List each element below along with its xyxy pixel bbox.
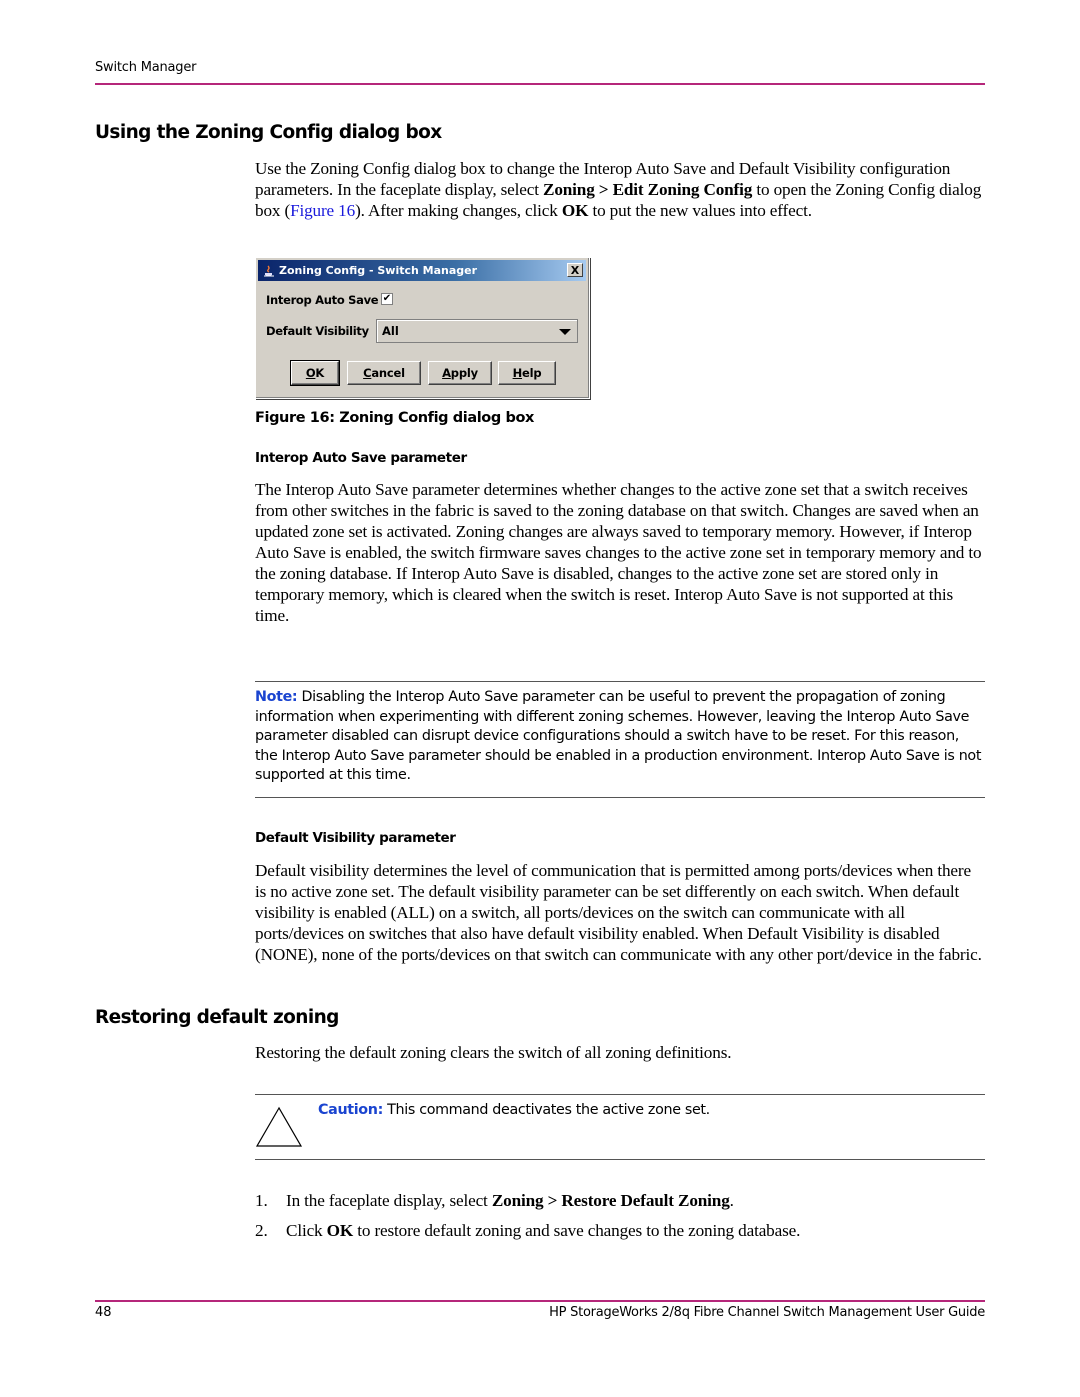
default-visibility-label: Default Visibility xyxy=(266,324,369,338)
ok-emphasis: OK xyxy=(561,201,589,220)
figure-16-link[interactable]: Figure 16 xyxy=(290,201,355,220)
document-title: HP StorageWorks 2/8q Fibre Channel Switc… xyxy=(549,1305,985,1320)
interop-auto-save-checkbox[interactable]: ✔ xyxy=(381,293,393,305)
header-rule xyxy=(95,83,985,85)
interop-auto-save-body: The Interop Auto Save parameter determin… xyxy=(255,480,982,625)
menu-path-restore-default-zoning: Zoning > Restore Default Zoning xyxy=(491,1191,730,1210)
caution-triangle-icon xyxy=(255,1106,303,1147)
interop-auto-save-heading: Interop Auto Save parameter xyxy=(255,450,467,466)
caution-bottom-rule xyxy=(255,1159,985,1160)
default-visibility-value: All xyxy=(382,324,399,338)
note-block: Note: Disabling the Interop Auto Save pa… xyxy=(255,688,985,786)
java-cup-icon xyxy=(262,264,276,278)
apply-button[interactable]: Apply xyxy=(428,361,492,385)
note-top-rule xyxy=(255,681,985,682)
step-2: 2. Click OK to restore default zoning and… xyxy=(255,1221,801,1240)
note-bottom-rule xyxy=(255,797,985,798)
caution-text: This command deactivates the active zone… xyxy=(382,1102,710,1118)
help-button[interactable]: Help xyxy=(498,361,556,385)
section-heading-zoning-config: Using the Zoning Config dialog box xyxy=(95,122,442,143)
intro-text-3: ). After making changes, click xyxy=(355,201,562,220)
note-label: Note: xyxy=(255,689,298,705)
default-visibility-heading: Default Visibility parameter xyxy=(255,830,456,846)
close-icon: X xyxy=(570,264,580,277)
default-visibility-body: Default visibility determines the level … xyxy=(255,861,982,964)
default-visibility-select[interactable]: All xyxy=(376,319,578,343)
menu-path-edit-zoning-config: Zoning > Edit Zoning Config xyxy=(543,180,753,199)
caution-block: Caution: This command deactivates the ac… xyxy=(318,1102,710,1118)
section-heading-restoring-default-zoning: Restoring default zoning xyxy=(95,1007,339,1028)
cancel-button[interactable]: Cancel xyxy=(347,361,421,385)
dialog-title: Zoning Config - Switch Manager xyxy=(279,264,478,277)
checkmark-icon: ✔ xyxy=(382,293,392,304)
note-text: Disabling the Interop Auto Save paramete… xyxy=(255,689,982,783)
ok-button[interactable]: OK xyxy=(290,360,340,386)
step-1: 1. In the faceplate display, select Zonin… xyxy=(255,1191,734,1210)
dialog-titlebar[interactable]: Zoning Config - Switch Manager X xyxy=(258,260,586,281)
ok-emphasis-step: OK xyxy=(326,1221,354,1240)
intro-paragraph: Use the Zoning Config dialog box to chan… xyxy=(255,158,985,221)
intro-text-4: to put the new values into effect. xyxy=(588,201,812,220)
figure-caption: Figure 16: Zoning Config dialog box xyxy=(255,410,534,426)
caution-top-rule xyxy=(255,1094,985,1095)
close-button[interactable]: X xyxy=(567,263,583,277)
footer-rule xyxy=(95,1300,985,1302)
page-number: 48 xyxy=(95,1305,112,1320)
chevron-down-icon xyxy=(559,329,571,335)
caution-label: Caution: xyxy=(318,1102,383,1118)
running-header: Switch Manager xyxy=(95,60,197,75)
interop-auto-save-label: Interop Auto Save xyxy=(266,293,379,307)
restoring-intro: Restoring the default zoning clears the … xyxy=(255,1043,732,1062)
zoning-config-dialog: Zoning Config - Switch Manager X Interop… xyxy=(255,257,590,399)
